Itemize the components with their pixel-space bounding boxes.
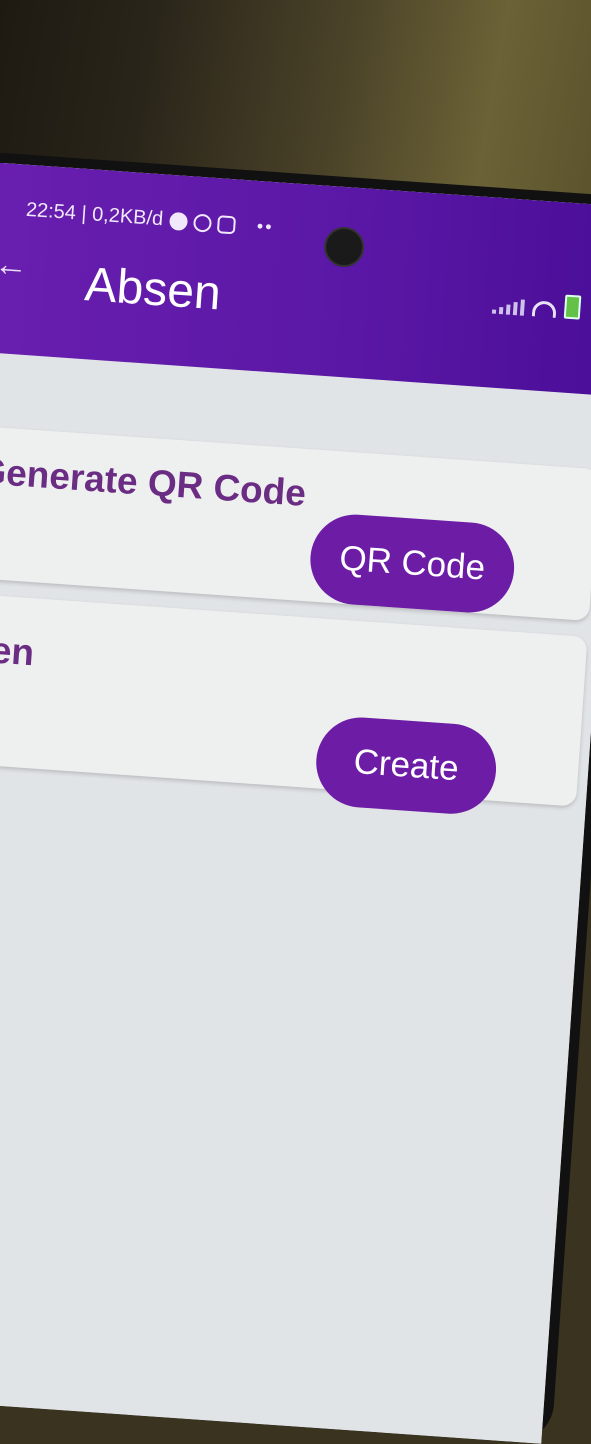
page-title: Absen	[83, 258, 223, 321]
generate-qr-card: Generate QR Code QR Code	[0, 424, 591, 622]
system-icons	[491, 290, 582, 320]
wifi-icon	[531, 300, 557, 318]
notulen-card: otulen Create	[0, 591, 588, 817]
front-camera	[322, 225, 366, 269]
status-time: 22:54 | 0,2KB/d	[25, 198, 164, 231]
signal-icon	[491, 298, 525, 316]
whatsapp-icon	[192, 212, 212, 233]
notulen-label: otulen	[0, 624, 36, 674]
instagram-icon	[216, 214, 236, 234]
qr-code-button[interactable]: QR Code	[307, 511, 518, 616]
create-button[interactable]: Create	[313, 714, 500, 817]
notification-icon	[168, 211, 188, 231]
back-arrow-icon[interactable]: ←	[0, 245, 29, 286]
more-notifications-icon: ••	[256, 215, 275, 238]
battery-icon	[563, 294, 582, 320]
phone-frame: 22:54 | 0,2KB/d •• ← Absen Generate QR C…	[0, 150, 591, 1444]
generate-qr-label: Generate QR Code	[0, 450, 308, 514]
phone-screen: 22:54 | 0,2KB/d •• ← Absen Generate QR C…	[0, 160, 591, 1444]
status-bar: 22:54 | 0,2KB/d ••	[25, 199, 274, 239]
